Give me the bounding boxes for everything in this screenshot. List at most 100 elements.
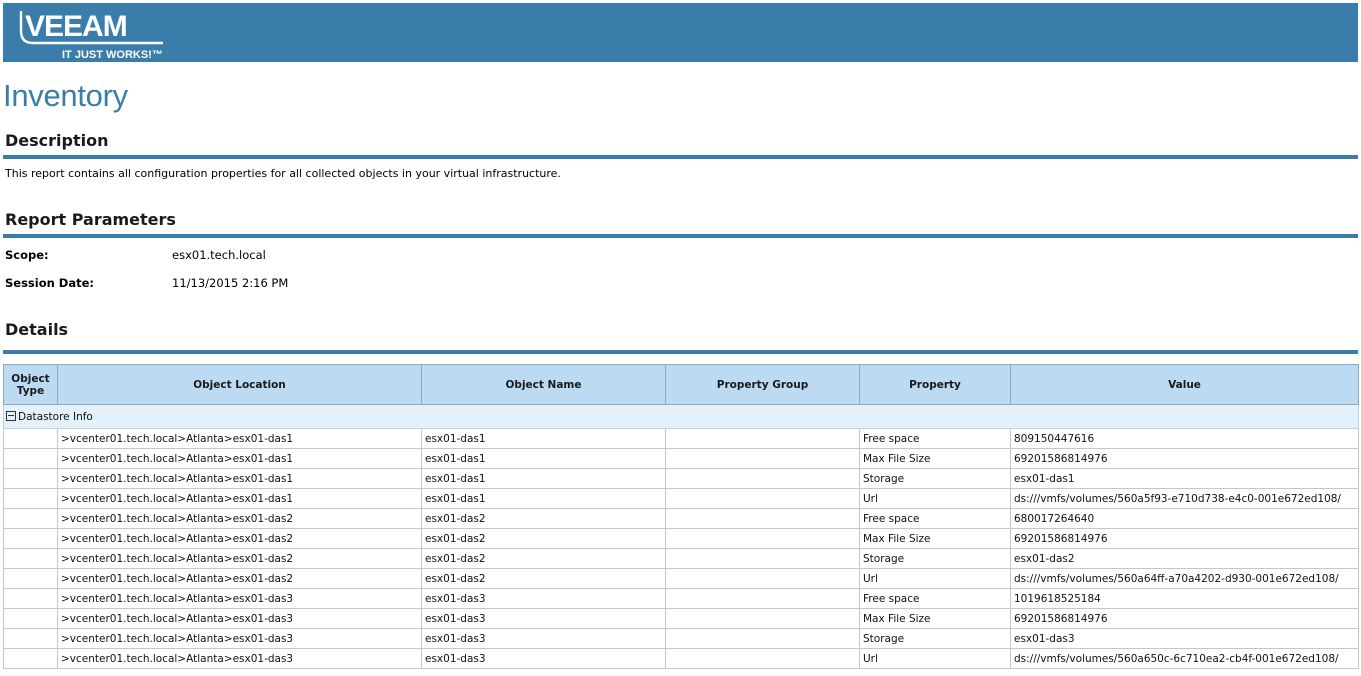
column-header-property-group[interactable]: Property Group <box>665 364 860 405</box>
table-row[interactable]: >vcenter01.tech.local>Atlanta>esx01-das1… <box>3 488 1359 509</box>
page-title: Inventory <box>3 78 128 113</box>
parameter-label: Session Date: <box>5 276 95 290</box>
cell-value: ds:///vmfs/volumes/560a650c-6c710ea2-cb4… <box>1010 648 1359 669</box>
cell-property: Max File Size <box>859 528 1011 549</box>
cell-object-name: esx01-das2 <box>421 508 666 529</box>
cell-value: 809150447616 <box>1010 428 1359 449</box>
table-row[interactable]: >vcenter01.tech.local>Atlanta>esx01-das1… <box>3 468 1359 489</box>
report-parameters-heading: Report Parameters <box>5 210 176 229</box>
table-row[interactable]: >vcenter01.tech.local>Atlanta>esx01-das2… <box>3 548 1359 569</box>
cell-property: Free space <box>859 428 1011 449</box>
cell-value: ds:///vmfs/volumes/560a64ff-a70a4202-d93… <box>1010 568 1359 589</box>
table-row[interactable]: >vcenter01.tech.local>Atlanta>esx01-das1… <box>3 448 1359 469</box>
cell-property-group <box>665 568 860 589</box>
cell-object-location: >vcenter01.tech.local>Atlanta>esx01-das1 <box>57 448 422 469</box>
cell-property: Max File Size <box>859 608 1011 629</box>
cell-value: 69201586814976 <box>1010 528 1359 549</box>
cell-property: Storage <box>859 548 1011 569</box>
group-label: Datastore Info <box>18 410 93 423</box>
column-header-object-name[interactable]: Object Name <box>421 364 666 405</box>
svg-text:IT JUST WORKS!™: IT JUST WORKS!™ <box>62 49 163 61</box>
table-header-row: Object Type Object Location Object Name … <box>3 364 1359 405</box>
parameter-value: 11/13/2015 2:16 PM <box>172 276 289 290</box>
header-banner: VEEAM IT JUST WORKS!™ <box>3 3 1358 62</box>
cell-object-location: >vcenter01.tech.local>Atlanta>esx01-das3 <box>57 628 422 649</box>
cell-object-location: >vcenter01.tech.local>Atlanta>esx01-das2 <box>57 548 422 569</box>
cell-object-type <box>3 548 58 569</box>
cell-property-group <box>665 648 860 669</box>
cell-property-group <box>665 528 860 549</box>
description-heading: Description <box>5 131 109 150</box>
cell-property-group <box>665 488 860 509</box>
cell-property-group <box>665 628 860 649</box>
cell-value: 69201586814976 <box>1010 608 1359 629</box>
table-row[interactable]: >vcenter01.tech.local>Atlanta>esx01-das1… <box>3 428 1359 449</box>
cell-object-name: esx01-das1 <box>421 468 666 489</box>
cell-value: ds:///vmfs/volumes/560a5f93-e710d738-e4c… <box>1010 488 1359 509</box>
cell-object-type <box>3 628 58 649</box>
cell-object-name: esx01-das1 <box>421 488 666 509</box>
cell-property-group <box>665 608 860 629</box>
cell-object-location: >vcenter01.tech.local>Atlanta>esx01-das1 <box>57 428 422 449</box>
cell-value: 1019618525184 <box>1010 588 1359 609</box>
cell-object-location: >vcenter01.tech.local>Atlanta>esx01-das1 <box>57 468 422 489</box>
cell-object-type <box>3 488 58 509</box>
cell-object-type <box>3 588 58 609</box>
table-row[interactable]: >vcenter01.tech.local>Atlanta>esx01-das3… <box>3 588 1359 609</box>
cell-value: 680017264640 <box>1010 508 1359 529</box>
table-row[interactable]: >vcenter01.tech.local>Atlanta>esx01-das3… <box>3 628 1359 649</box>
cell-value: esx01-das2 <box>1010 548 1359 569</box>
cell-object-name: esx01-das3 <box>421 628 666 649</box>
cell-object-type <box>3 448 58 469</box>
cell-property: Url <box>859 568 1011 589</box>
cell-object-type <box>3 468 58 489</box>
group-row-datastore-info[interactable]: Datastore Info <box>3 404 1359 429</box>
cell-property: Free space <box>859 588 1011 609</box>
cell-object-location: >vcenter01.tech.local>Atlanta>esx01-das3 <box>57 648 422 669</box>
cell-object-type <box>3 428 58 449</box>
cell-object-type <box>3 648 58 669</box>
cell-object-location: >vcenter01.tech.local>Atlanta>esx01-das2 <box>57 508 422 529</box>
table-row[interactable]: >vcenter01.tech.local>Atlanta>esx01-das3… <box>3 648 1359 669</box>
cell-property: Storage <box>859 468 1011 489</box>
table-row[interactable]: >vcenter01.tech.local>Atlanta>esx01-das3… <box>3 608 1359 629</box>
collapse-icon[interactable] <box>6 410 16 421</box>
column-header-object-location[interactable]: Object Location <box>57 364 422 405</box>
cell-value: esx01-das3 <box>1010 628 1359 649</box>
cell-object-type <box>3 608 58 629</box>
cell-object-type <box>3 508 58 529</box>
cell-property-group <box>665 468 860 489</box>
cell-value: esx01-das1 <box>1010 468 1359 489</box>
cell-property-group <box>665 548 860 569</box>
cell-object-name: esx01-das2 <box>421 568 666 589</box>
group-cell[interactable]: Datastore Info <box>3 404 1359 429</box>
section-divider <box>3 234 1358 238</box>
cell-object-location: >vcenter01.tech.local>Atlanta>esx01-das1 <box>57 488 422 509</box>
svg-text:VEEAM: VEEAM <box>25 10 127 43</box>
parameter-value: esx01.tech.local <box>172 248 266 262</box>
cell-object-name: esx01-das1 <box>421 448 666 469</box>
column-header-object-type[interactable]: Object Type <box>3 364 58 405</box>
cell-property-group <box>665 508 860 529</box>
table-row[interactable]: >vcenter01.tech.local>Atlanta>esx01-das2… <box>3 568 1359 589</box>
cell-object-location: >vcenter01.tech.local>Atlanta>esx01-das2 <box>57 528 422 549</box>
cell-property: Max File Size <box>859 448 1011 469</box>
cell-object-location: >vcenter01.tech.local>Atlanta>esx01-das3 <box>57 608 422 629</box>
cell-property: Storage <box>859 628 1011 649</box>
details-table: Object Type Object Location Object Name … <box>3 364 1359 669</box>
table-row[interactable]: >vcenter01.tech.local>Atlanta>esx01-das2… <box>3 508 1359 529</box>
column-header-property[interactable]: Property <box>859 364 1011 405</box>
cell-property-group <box>665 588 860 609</box>
cell-object-type <box>3 528 58 549</box>
section-divider <box>3 350 1358 354</box>
cell-object-name: esx01-das2 <box>421 548 666 569</box>
cell-property-group <box>665 428 860 449</box>
parameter-label: Scope: <box>5 248 49 262</box>
veeam-logo: VEEAM IT JUST WORKS!™ <box>19 10 163 61</box>
cell-object-name: esx01-das1 <box>421 428 666 449</box>
column-header-value[interactable]: Value <box>1010 364 1359 405</box>
cell-property: Url <box>859 648 1011 669</box>
cell-object-name: esx01-das2 <box>421 528 666 549</box>
table-row[interactable]: >vcenter01.tech.local>Atlanta>esx01-das2… <box>3 528 1359 549</box>
cell-object-location: >vcenter01.tech.local>Atlanta>esx01-das3 <box>57 588 422 609</box>
